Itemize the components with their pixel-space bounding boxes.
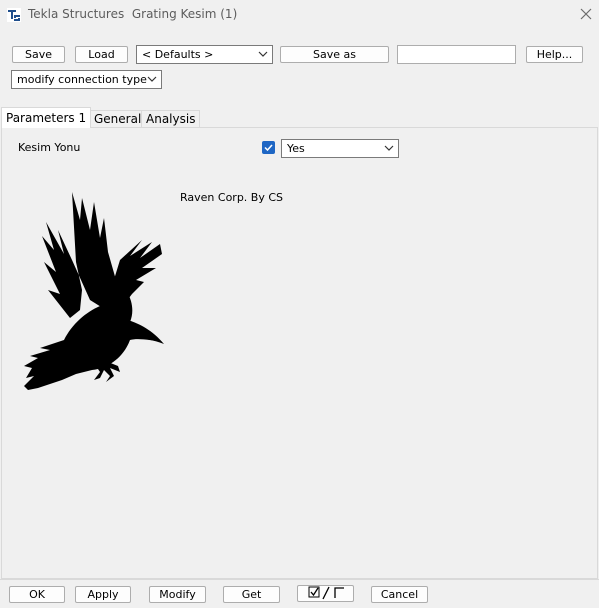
window-title: Tekla Structures Grating Kesim (1) <box>28 7 237 21</box>
footer-separator <box>0 579 599 580</box>
tab-parameters-1[interactable]: Parameters 1 <box>1 107 92 128</box>
app-name: Tekla Structures <box>28 7 125 21</box>
kesim-yonu-select[interactable]: Yes <box>281 139 399 158</box>
dialog-name: Grating Kesim (1) <box>131 7 238 21</box>
tekla-app-icon <box>7 8 21 22</box>
connection-mode-value: modify connection type <box>17 73 147 86</box>
tab-general[interactable]: General <box>89 110 147 128</box>
load-button[interactable]: Load <box>75 46 128 63</box>
raven-silhouette <box>24 192 164 390</box>
title-bar: Tekla Structures Grating Kesim (1) <box>0 0 599 30</box>
close-icon[interactable] <box>578 6 594 22</box>
modify-button[interactable]: Modify <box>149 586 206 603</box>
help-button[interactable]: Help... <box>526 46 583 63</box>
tab-strip: Parameters 1 General Analysis <box>0 107 599 128</box>
chevron-down-icon <box>147 76 157 82</box>
cancel-button[interactable]: Cancel <box>371 586 428 603</box>
kesim-yonu-label: Kesim Yonu <box>18 141 81 154</box>
ok-button[interactable]: OK <box>9 586 65 603</box>
connection-mode-select[interactable]: modify connection type <box>11 70 162 89</box>
save-as-button[interactable]: Save as <box>280 46 389 63</box>
preset-select[interactable]: < Defaults > <box>136 45 273 64</box>
tab-analysis[interactable]: Analysis <box>141 110 201 128</box>
kesim-yonu-value: Yes <box>287 142 305 155</box>
apply-button[interactable]: Apply <box>75 586 131 603</box>
chevron-down-icon <box>258 51 268 57</box>
credit-text: Raven Corp. By CS <box>180 191 284 204</box>
checkmark-icon <box>264 144 273 152</box>
chevron-down-icon <box>384 145 394 151</box>
get-button[interactable]: Get <box>223 586 280 603</box>
check-toggle-icon <box>308 586 344 600</box>
kesim-yonu-checkbox[interactable] <box>262 141 275 154</box>
preset-select-value: < Defaults > <box>142 48 214 61</box>
save-as-name-input[interactable] <box>397 45 516 64</box>
save-button[interactable]: Save <box>12 46 65 63</box>
toggle-all-button[interactable] <box>297 585 354 602</box>
